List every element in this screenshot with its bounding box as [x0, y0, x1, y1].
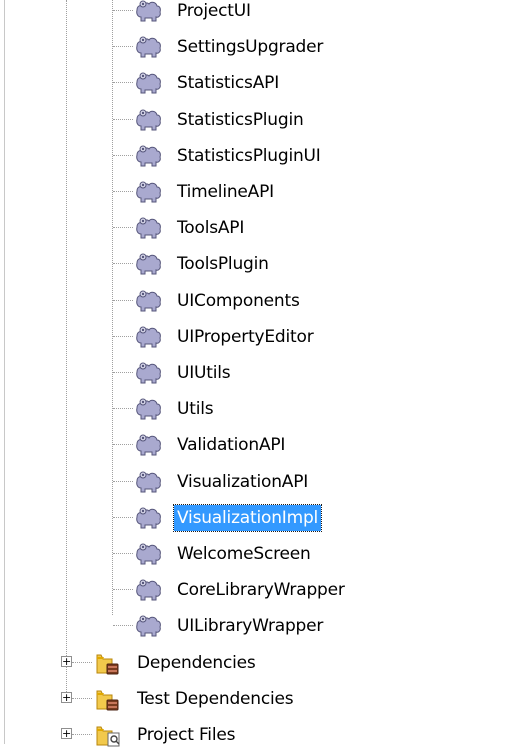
tree-node-label[interactable]: ProjectUI [174, 0, 254, 24]
tree-node-module[interactable]: StatisticsAPI [0, 65, 528, 101]
module-icon [134, 360, 162, 386]
module-icon [134, 179, 162, 205]
library-folder-icon [94, 686, 122, 712]
module-icon [134, 70, 162, 96]
tree-node-label[interactable]: Utils [174, 396, 216, 422]
tree-node-label[interactable]: VisualizationAPI [174, 469, 311, 495]
plus-icon: + [62, 690, 72, 704]
tree-node-label[interactable]: Test Dependencies [134, 686, 296, 712]
plus-icon: + [62, 727, 72, 740]
tree-node-folder[interactable]: + Dependencies [0, 645, 528, 681]
tree-node-label[interactable]: Project Files [134, 722, 238, 748]
module-icon [134, 288, 162, 314]
tree-connector-line [113, 263, 133, 265]
tree-node-label[interactable]: UIPropertyEditor [174, 324, 317, 350]
tree-node-folder[interactable]: + Project Files [0, 717, 528, 753]
tree-connector-line [72, 697, 92, 699]
tree-node-label[interactable]: UIUtils [174, 360, 233, 386]
tree-node-module[interactable]: Utils [0, 391, 528, 427]
tree-node-label[interactable]: UIComponents [174, 288, 303, 314]
tree-connector-line [72, 661, 92, 663]
module-icon [134, 215, 162, 241]
library-folder-icon [94, 650, 122, 676]
module-icon [134, 251, 162, 277]
module-icon [134, 469, 162, 495]
module-icon [134, 577, 162, 603]
expand-toggle-icon[interactable]: + [61, 654, 72, 668]
tree-node-module[interactable]: SettingsUpgrader [0, 29, 528, 65]
tree-node-label[interactable]: WelcomeScreen [174, 541, 314, 567]
plus-icon: + [62, 654, 72, 668]
tree-node-label[interactable]: SettingsUpgrader [174, 34, 326, 60]
project-files-folder-icon [94, 722, 122, 748]
tree-node-module[interactable]: UIComponents [0, 283, 528, 319]
tree-node-module[interactable]: TimelineAPI [0, 174, 528, 210]
tree-connector-line [113, 589, 133, 591]
tree-node-label[interactable]: ValidationAPI [174, 432, 288, 458]
module-icon [134, 324, 162, 350]
tree-node-folder[interactable]: + Test Dependencies [0, 681, 528, 717]
tree-node-label[interactable]: ToolsAPI [174, 215, 247, 241]
tree-node-module[interactable]: VisualizationAPI [0, 464, 528, 500]
tree-connector-line [113, 516, 133, 518]
tree-connector-line [113, 46, 133, 48]
tree-connector-line [113, 118, 133, 120]
tree-connector-line [113, 191, 133, 192]
module-icon [134, 505, 162, 531]
tree-node-module[interactable]: UILibraryWrapper [0, 608, 528, 644]
tree-node-module[interactable]: ToolsAPI [0, 210, 528, 246]
tree-node-label[interactable]: TimelineAPI [174, 179, 277, 205]
tree-connector-line [113, 372, 133, 373]
expand-toggle-icon[interactable]: + [61, 727, 72, 740]
tree-connector-line [113, 625, 133, 627]
tree-connector-line [113, 444, 133, 446]
tree-node-module[interactable]: WelcomeScreen [0, 536, 528, 572]
module-icon [134, 143, 162, 169]
tree-node-label[interactable]: StatisticsPluginUI [174, 143, 324, 169]
tree-node-label-selected[interactable]: VisualizationImpl [172, 503, 323, 532]
tree-connector-line [113, 299, 133, 301]
module-icon [134, 396, 162, 422]
tree-connector-line [113, 227, 133, 229]
tree-node-module[interactable]: StatisticsPluginUI [0, 138, 528, 174]
tree-node-module[interactable]: ToolsPlugin [0, 246, 528, 282]
expand-toggle-icon[interactable]: + [61, 690, 72, 704]
tree-connector-line [113, 480, 133, 482]
tree-connector-line [113, 335, 133, 337]
tree-node-label[interactable]: StatisticsPlugin [174, 107, 307, 133]
tree-node-module[interactable]: VisualizationImpl [0, 500, 528, 536]
module-icon [134, 0, 162, 24]
module-icon [134, 34, 162, 60]
tree-node-module[interactable]: StatisticsPlugin [0, 102, 528, 138]
module-icon [134, 107, 162, 133]
tree-node-label[interactable]: UILibraryWrapper [174, 613, 326, 639]
tree-connector-line [113, 10, 133, 11]
tree-node-module[interactable]: UIUtils [0, 355, 528, 391]
tree-connector-line [72, 734, 92, 735]
tree-node-label[interactable]: StatisticsAPI [174, 70, 282, 96]
tree-connector-line [113, 82, 133, 84]
tree-node-label[interactable]: CoreLibraryWrapper [174, 577, 348, 603]
tree-node-module[interactable]: UIPropertyEditor [0, 319, 528, 355]
tree-node-module[interactable]: ProjectUI [0, 0, 528, 29]
module-icon [134, 432, 162, 458]
module-icon [134, 541, 162, 567]
tree-node-module[interactable]: ValidationAPI [0, 427, 528, 463]
module-icon [134, 613, 162, 639]
project-tree[interactable]: ProjectUI SettingsUpgrader StatisticsAPI St… [0, 0, 528, 747]
tree-connector-line [113, 553, 133, 554]
tree-node-label[interactable]: Dependencies [134, 650, 259, 676]
tree-node-module[interactable]: CoreLibraryWrapper [0, 572, 528, 608]
tree-connector-line [113, 408, 133, 410]
tree-node-label[interactable]: ToolsPlugin [174, 251, 272, 277]
tree-connector-line [113, 154, 133, 156]
